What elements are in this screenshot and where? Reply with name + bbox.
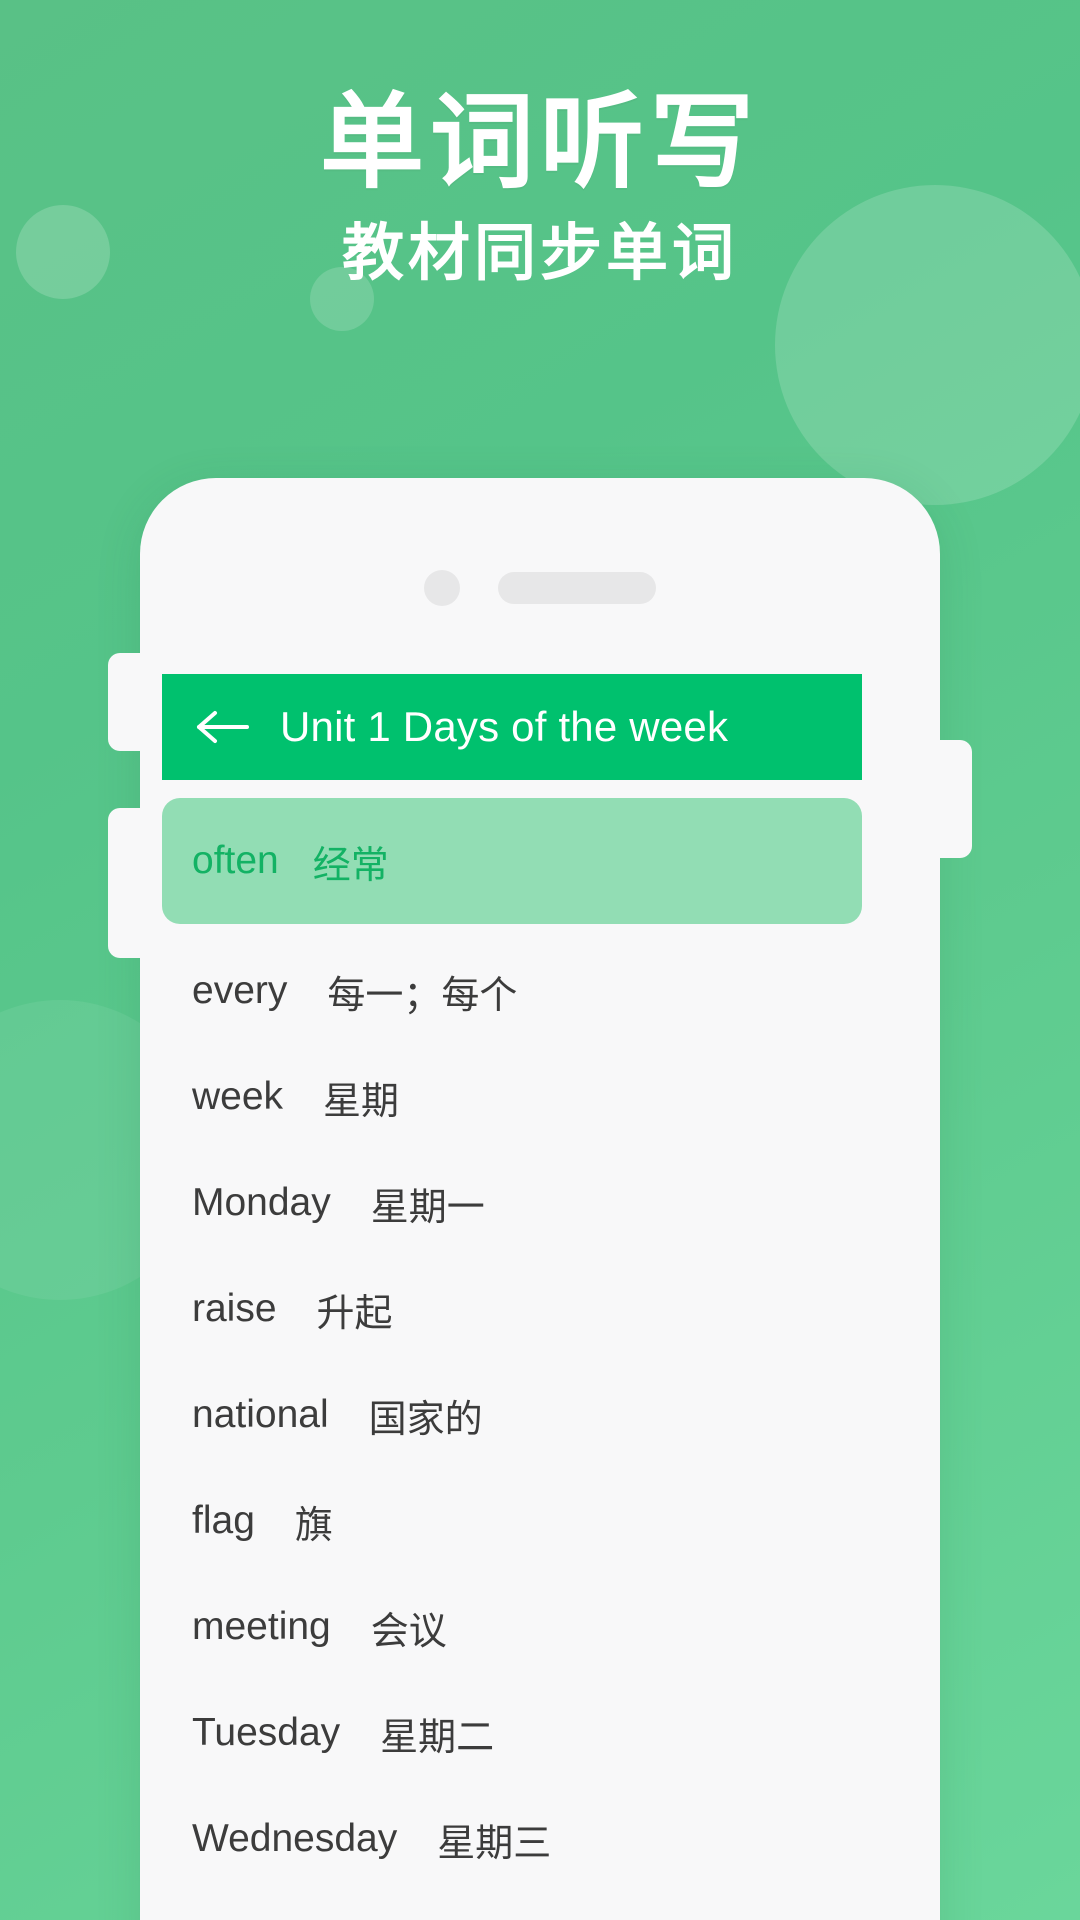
word-chinese: 经常 [312, 844, 389, 887]
back-arrow-icon[interactable] [192, 697, 252, 757]
word-chinese: 星期三 [437, 1822, 552, 1865]
word-chinese: 会议 [370, 1610, 447, 1653]
word-english: week [192, 1075, 284, 1118]
word-english: raise [192, 1287, 277, 1330]
phone-mockup: Unit 1 Days of the week often 经常 every 每… [108, 478, 972, 1920]
word-chinese: 星期二 [380, 1716, 495, 1759]
phone-power-button[interactable] [938, 740, 972, 858]
word-english: meeting [192, 1605, 331, 1648]
app-screen: Unit 1 Days of the week often 经常 every 每… [140, 674, 940, 1920]
word-chinese: 星期 [323, 1080, 400, 1123]
word-chinese: 星期一 [370, 1186, 485, 1229]
word-list-item[interactable]: Wednesday 星期三 [140, 1786, 940, 1892]
word-english: often [192, 839, 279, 882]
page-title: Unit 1 Days of the week [280, 703, 729, 750]
phone-notch [140, 570, 940, 606]
word-list-item[interactable]: every 每一；每个 [140, 938, 940, 1044]
word-list-item[interactable]: national 国家的 [140, 1362, 940, 1468]
word-list[interactable]: often 经常 every 每一；每个 week 星期 Monday 星期一 … [140, 780, 940, 1920]
app-header: Unit 1 Days of the week [162, 674, 862, 780]
word-list-item[interactable]: meeting 会议 [140, 1574, 940, 1680]
promo-screenshot: 单词听写 教材同步单词 Unit 1 Days of the week ofte… [0, 0, 1080, 1920]
word-list-item[interactable]: week 星期 [140, 1044, 940, 1150]
word-english: flag [192, 1499, 255, 1542]
word-english: Wednesday [192, 1817, 398, 1860]
word-chinese: 旗 [294, 1504, 333, 1547]
word-list-item[interactable]: Tuesday 星期二 [140, 1680, 940, 1786]
word-chinese: 升起 [316, 1292, 393, 1335]
word-chinese: 每一；每个 [327, 974, 518, 1017]
word-list-item[interactable]: flag 旗 [140, 1468, 940, 1574]
camera-dot-icon [424, 570, 460, 606]
word-english: national [192, 1393, 329, 1436]
speaker-bar-icon [498, 572, 656, 604]
phone-volume-up-button[interactable] [108, 653, 142, 751]
word-chinese: 国家的 [368, 1398, 483, 1441]
word-list-item[interactable]: Monday 星期一 [140, 1150, 940, 1256]
hero-title: 单词听写 [319, 85, 760, 201]
word-english: every [192, 969, 288, 1012]
word-list-item[interactable]: raise 升起 [140, 1256, 940, 1362]
word-english: Tuesday [192, 1711, 341, 1754]
word-list-item[interactable]: Thursday 星期四 [140, 1892, 940, 1920]
word-list-item-active[interactable]: often 经常 [162, 798, 862, 924]
hero-subtitle: 教材同步单词 [341, 219, 738, 289]
phone-volume-down-button[interactable] [108, 808, 142, 958]
word-english: Monday [192, 1181, 331, 1224]
hero-text-block: 单词听写 教材同步单词 [0, 88, 1080, 288]
